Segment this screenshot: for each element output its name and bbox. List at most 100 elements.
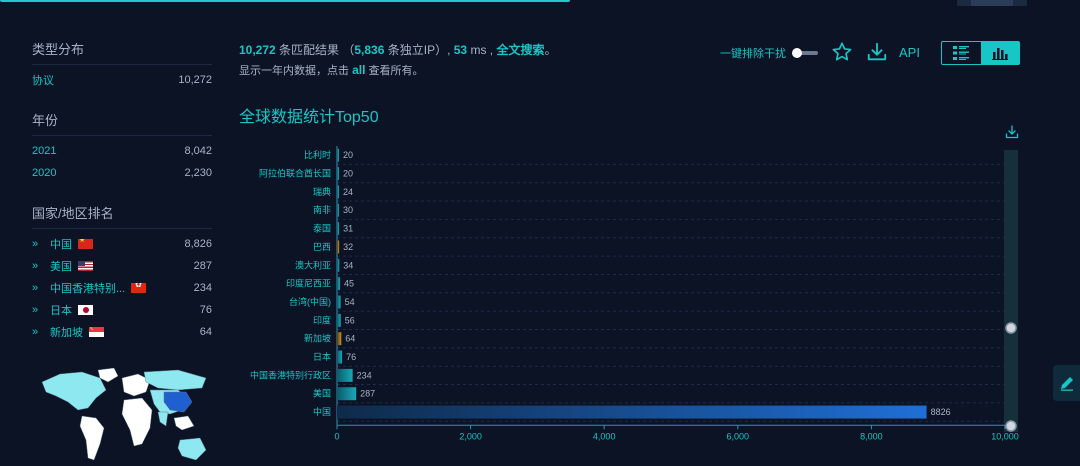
filter-key: » 日本 [32, 302, 93, 318]
chart-scroll-handle-top [1005, 322, 1017, 334]
result-summary: 10,272 条匹配结果 （5,836 条独立IP）, 53 ms , 全文搜索… [239, 41, 556, 58]
filter-row[interactable]: » 新加坡 64 [32, 321, 212, 343]
summary-end: 。 [544, 43, 557, 57]
chevron-right-icon[interactable]: » [32, 282, 44, 294]
chart-value-label: 287 [360, 389, 375, 399]
chart-x-tick-label: 8,000 [860, 431, 883, 441]
filter-count: 10,272 [178, 74, 212, 86]
download-icon[interactable] [866, 41, 888, 63]
chart-download-icon[interactable] [1005, 125, 1019, 139]
show-all-link[interactable]: all [352, 63, 365, 77]
filter-label[interactable]: 新加坡 [50, 324, 83, 340]
chart-bar [337, 295, 341, 309]
chart-x-tick-label: 6,000 [727, 431, 750, 441]
chart-category-label: 印度尼西亚 [286, 278, 331, 289]
exclude-noise-toggle[interactable] [792, 48, 818, 58]
unique-ip-count: 5,836 [354, 43, 385, 57]
filter-label[interactable]: 美国 [50, 258, 72, 274]
filter-key: 2020 [32, 167, 56, 179]
filter-label[interactable]: 中国香港特别... [50, 280, 125, 296]
chart-bar [337, 203, 340, 217]
chart-x-tick-label: 0 [334, 431, 339, 441]
flag-cn-icon [78, 239, 93, 249]
filter-row[interactable]: » 中国香港特别... 234 [32, 277, 212, 299]
pencil-icon [1060, 377, 1073, 391]
top50-bar-chart: 0 2,000 4,000 6,000 8,000 10,000 比利时 20 阿拉伯联合酋长国… [250, 146, 1019, 441]
chart-bar [337, 332, 342, 346]
chart-x-tick-label: 2,000 [459, 431, 482, 441]
chevron-right-icon[interactable]: » [32, 260, 44, 272]
filter-row[interactable]: 协议 10,272 [32, 69, 212, 91]
type-list: 协议 10,272 [32, 69, 212, 91]
chevron-right-icon[interactable]: » [32, 326, 44, 338]
map-india [157, 411, 169, 427]
filter-key: » 中国香港特别... [32, 280, 147, 296]
chart-view-button[interactable] [980, 42, 1019, 64]
filter-count: 64 [199, 326, 212, 338]
filter-key: » 美国 [32, 258, 93, 274]
filter-label[interactable]: 日本 [50, 302, 72, 318]
filter-key: 2021 [32, 145, 56, 157]
chart-value-label: 234 [357, 370, 372, 380]
type-section-title: 类型分布 [32, 40, 212, 65]
chevron-right-icon[interactable]: » [32, 238, 44, 250]
chevron-right-icon[interactable]: » [32, 304, 44, 316]
chart-x-tick-label: 10,000 [991, 431, 1019, 441]
chart-value-label: 54 [345, 297, 355, 307]
country-list: » 中国 8,826 » 美国 287 » 中国香港特别... 234 » 日本 76 » 新加坡 64 [32, 233, 212, 343]
map-russia [143, 369, 207, 391]
filter-count: 287 [193, 260, 212, 272]
chart-category-label: 印度 [313, 314, 331, 325]
chart-bar [337, 277, 341, 291]
chart-bar [337, 313, 341, 327]
chart-bar [337, 258, 340, 272]
filter-label[interactable]: 2021 [32, 145, 56, 157]
edit-button[interactable] [1053, 365, 1080, 401]
filter-label[interactable]: 协议 [32, 72, 54, 88]
map-south-america [79, 415, 105, 461]
chart-title: 全球数据统计Top50 [239, 109, 379, 126]
query-time: 53 [453, 43, 468, 57]
chart-category-label: 中国香港特别行政区 [250, 369, 331, 380]
world-map[interactable] [38, 368, 208, 466]
chart-category-label: 日本 [313, 351, 331, 362]
time-range-note: 显示一年内数据，点击 all 查看所有。 [239, 62, 423, 78]
chart-value-label: 20 [343, 169, 353, 179]
chart-category-label: 台湾(中国) [289, 296, 331, 307]
chart-value-label: 76 [346, 352, 356, 362]
filter-row[interactable]: » 中国 8,826 [32, 233, 212, 255]
filter-row[interactable]: 2020 2,230 [32, 162, 212, 184]
flag-us-icon [78, 261, 93, 271]
query-time-suffix: ms , [467, 43, 497, 57]
time-note-suffix: 查看所有。 [365, 65, 424, 77]
filter-count: 2,230 [184, 167, 212, 179]
filter-key: » 中国 [32, 236, 93, 252]
fulltext-search-link[interactable]: 全文搜索 [496, 43, 544, 57]
chart-value-label: 20 [343, 150, 353, 160]
filter-row[interactable]: » 美国 287 [32, 255, 212, 277]
filter-label[interactable]: 2020 [32, 167, 56, 179]
flag-jp-icon [78, 305, 93, 315]
filter-label[interactable]: 中国 [50, 236, 72, 252]
unique-ip-suffix: 条独立IP）, [384, 43, 454, 57]
list-view-button[interactable] [942, 42, 981, 64]
star-icon[interactable] [831, 41, 853, 63]
chart-category-label: 澳大利亚 [295, 259, 331, 270]
map-australia [177, 437, 207, 461]
chart-value-label: 31 [343, 224, 353, 234]
chart-value-label: 24 [343, 187, 353, 197]
chart-category-label: 美国 [313, 388, 331, 399]
chart-category-label: 巴西 [313, 242, 331, 252]
top-scroll-tab[interactable] [957, 0, 1027, 6]
chart-bar [337, 148, 339, 162]
chart-category-label: 瑞典 [313, 186, 331, 197]
filter-row[interactable]: » 日本 76 [32, 299, 212, 321]
chart-category-label: 中国 [313, 406, 331, 417]
map-southeast-asia [173, 415, 195, 431]
bar-chart-icon [991, 48, 1008, 60]
filter-key: 协议 [32, 72, 54, 88]
filter-row[interactable]: 2021 8,042 [32, 140, 212, 162]
chart-bar [337, 405, 927, 419]
filter-key: » 新加坡 [32, 324, 104, 340]
api-link[interactable]: API [899, 45, 920, 60]
